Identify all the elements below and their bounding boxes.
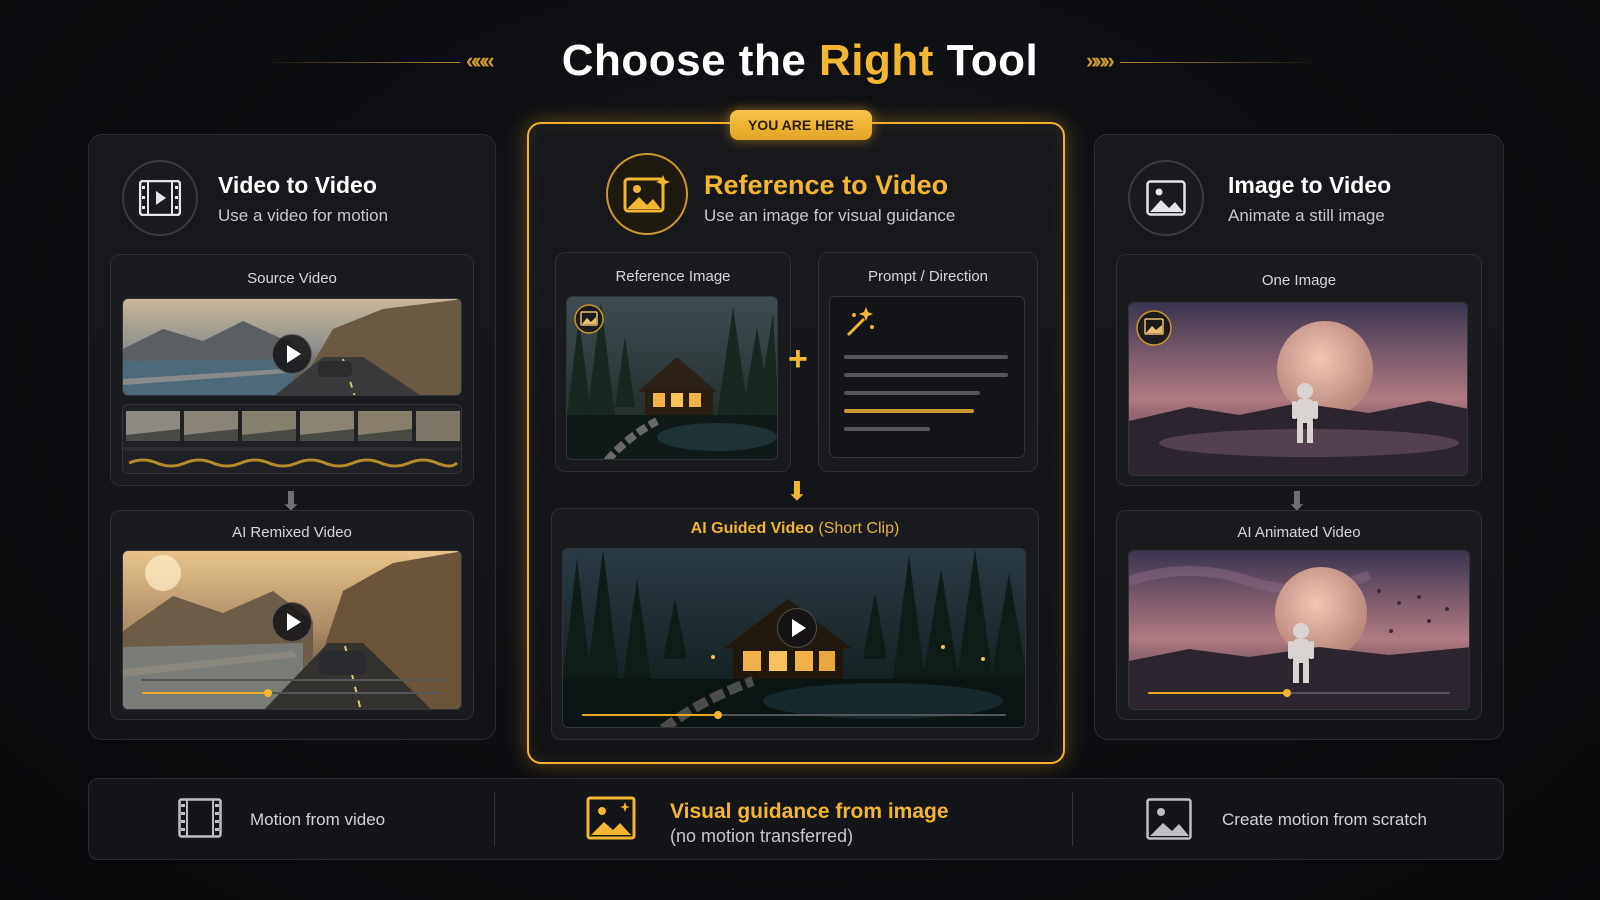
guided-video-label: AI Guided Video (Short Clip) <box>690 520 900 537</box>
panel-title: Video to Video <box>218 172 377 198</box>
header-deco-line-right <box>1120 62 1320 63</box>
film-icon <box>178 798 222 843</box>
bottom-sublabel-guidance: (no motion transferred) <box>670 826 854 846</box>
video-progress-fill <box>1148 689 1291 697</box>
divider <box>1072 792 1073 846</box>
video-progress-fill <box>582 711 722 719</box>
astronaut-moon-image <box>1129 303 1467 475</box>
panel-subtitle: Use an image for visual guidance <box>704 206 956 225</box>
panel-icon-circle <box>606 153 688 235</box>
filmstrip-image <box>123 405 461 473</box>
astronaut-moon-animated-image <box>1129 551 1469 709</box>
reference-image-thumbnail[interactable] <box>566 296 778 460</box>
animated-video-label: AI Animated Video <box>1237 524 1361 541</box>
animated-video-player[interactable] <box>1128 550 1470 710</box>
forest-cabin-image <box>567 297 777 459</box>
one-image-label: One Image <box>1261 272 1337 289</box>
panel-icon-circle <box>122 160 198 236</box>
panel-subtitle: Animate a still image <box>1228 206 1385 225</box>
arrow-down-icon: ⬇ <box>786 476 808 506</box>
bottom-label-motion: Motion from video <box>250 810 386 829</box>
play-button[interactable] <box>272 602 312 642</box>
plus-icon: + <box>788 340 808 378</box>
video-progress-bar[interactable] <box>1148 689 1450 697</box>
prompt-lines <box>844 307 1008 431</box>
panel-subtitle: Use a video for motion <box>218 206 389 225</box>
video-progress-bar[interactable] <box>582 711 1006 719</box>
filmstrip-timeline[interactable] <box>122 404 462 474</box>
source-video-label: Source Video <box>247 270 337 287</box>
bottom-label-guidance: Visual guidance from image <box>670 800 949 823</box>
image-icon <box>586 796 636 845</box>
image-icon <box>1146 180 1186 216</box>
header-chevrons-right: »»» <box>1086 48 1115 73</box>
play-button[interactable] <box>272 334 312 374</box>
panel-icon-circle <box>1128 160 1204 236</box>
panel-title: Reference to Video <box>704 170 949 200</box>
video-progress-bar[interactable] <box>142 689 442 697</box>
page-title: Choose the Right Tool <box>561 36 1039 85</box>
you-are-here-badge: YOU ARE HERE <box>730 110 872 140</box>
bottom-label-scratch: Create motion from scratch <box>1222 810 1428 829</box>
one-image-thumbnail[interactable] <box>1128 302 1468 476</box>
play-button[interactable] <box>777 608 817 648</box>
prompt-input[interactable] <box>829 296 1025 458</box>
divider <box>494 792 495 846</box>
reference-image-label: Reference Image <box>615 268 731 285</box>
panel-title: Image to Video <box>1228 172 1392 198</box>
magic-wand-icon <box>846 307 874 337</box>
remixed-video-label: AI Remixed Video <box>232 524 352 541</box>
video-progress-fill <box>142 689 272 697</box>
film-play-icon <box>139 180 181 216</box>
prompt-label: Prompt / Direction <box>867 268 989 285</box>
image-icon <box>1146 798 1192 845</box>
image-sparkle-icon <box>623 175 670 213</box>
